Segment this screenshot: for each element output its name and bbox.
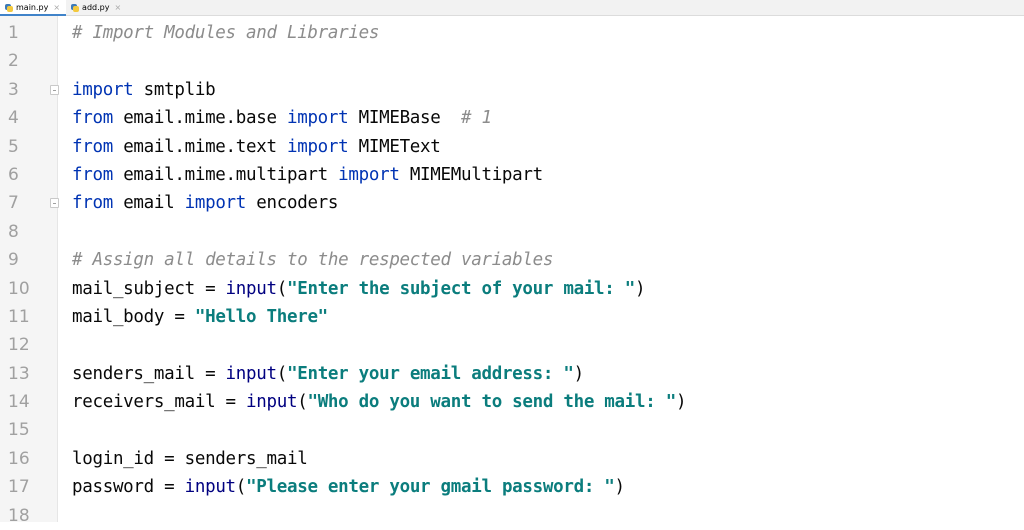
keyword-token: import bbox=[184, 193, 247, 214]
line-number: 11 bbox=[8, 306, 30, 327]
code-token: login_id = senders_mail bbox=[72, 448, 308, 469]
tab-label: add.py bbox=[82, 3, 110, 12]
line-number: 14 bbox=[8, 392, 30, 413]
keyword-token: from bbox=[72, 164, 113, 185]
string-token: "Enter your email address: " bbox=[286, 363, 574, 384]
keyword-token: import bbox=[286, 108, 349, 129]
code-area[interactable]: # Import Modules and Libraries import sm… bbox=[50, 16, 1024, 522]
line-number: 15 bbox=[8, 420, 30, 441]
code-token: ) bbox=[614, 477, 626, 498]
line-number: 6 bbox=[8, 164, 19, 185]
code-token: MIMEBase bbox=[348, 108, 461, 129]
code-line[interactable]: password = input("Please enter your gmai… bbox=[72, 473, 1024, 501]
string-token: "Enter the subject of your mail: " bbox=[286, 278, 636, 299]
code-line[interactable]: # Assign all details to the respected va… bbox=[72, 246, 1024, 274]
fold-marker-icon[interactable] bbox=[50, 198, 59, 209]
tab-add-py[interactable]: add.py × bbox=[66, 0, 127, 15]
builtin-token: input bbox=[225, 363, 277, 384]
line-number: 1 bbox=[8, 23, 19, 43]
keyword-token: from bbox=[72, 136, 113, 157]
code-line[interactable]: from email.mime.text import MIMEText bbox=[72, 133, 1024, 161]
keyword-token: import bbox=[338, 164, 400, 185]
code-line[interactable]: login_id = senders_mail bbox=[72, 445, 1024, 473]
code-line[interactable]: # Import Modules and Libraries bbox=[72, 19, 1024, 47]
close-icon[interactable]: × bbox=[53, 3, 60, 12]
code-token: ( bbox=[276, 278, 288, 299]
comment-token: # Assign all details to the respected va… bbox=[72, 250, 554, 271]
line-number: 16 bbox=[8, 448, 30, 469]
code-token: smtplib bbox=[133, 79, 216, 100]
builtin-token: input bbox=[225, 278, 277, 299]
code-token: mail_subject = bbox=[72, 278, 226, 299]
code-token: MIMEMultipart bbox=[399, 164, 543, 185]
code-token: email bbox=[112, 193, 185, 214]
close-icon[interactable]: × bbox=[114, 3, 121, 12]
line-number: 10 bbox=[8, 278, 30, 299]
line-number: 18 bbox=[8, 505, 30, 526]
comment-token: # 1 bbox=[461, 108, 492, 129]
line-number: 3 bbox=[8, 79, 19, 100]
code-token: encoders bbox=[246, 193, 339, 214]
code-token: senders_mail = bbox=[72, 363, 226, 384]
python-file-icon bbox=[5, 3, 13, 12]
line-number: 9 bbox=[8, 250, 19, 271]
code-line[interactable] bbox=[72, 416, 1024, 444]
line-number: 12 bbox=[8, 335, 30, 356]
builtin-token: input bbox=[184, 477, 236, 498]
code-line[interactable]: senders_mail = input("Enter your email a… bbox=[72, 360, 1024, 388]
string-token: "Hello There" bbox=[194, 306, 328, 327]
code-token: password = bbox=[72, 477, 185, 498]
code-line[interactable] bbox=[72, 218, 1024, 246]
code-line[interactable]: from email.mime.base import MIMEBase # 1 bbox=[72, 104, 1024, 132]
code-token: email.mime.text bbox=[112, 136, 287, 157]
code-token: ( bbox=[235, 477, 247, 498]
python-file-icon bbox=[71, 3, 80, 12]
line-number: 13 bbox=[8, 363, 30, 384]
code-token: ) bbox=[573, 363, 585, 384]
string-token: "Who do you want to send the mail: " bbox=[307, 392, 676, 413]
line-number: 8 bbox=[8, 221, 19, 242]
builtin-token: input bbox=[246, 392, 298, 413]
code-token: email.mime.base bbox=[112, 108, 287, 129]
code-token: ( bbox=[276, 363, 288, 384]
code-line[interactable]: receivers_mail = input("Who do you want … bbox=[72, 388, 1024, 416]
keyword-token: import bbox=[286, 136, 349, 157]
line-number: 4 bbox=[8, 108, 19, 129]
code-line[interactable] bbox=[72, 331, 1024, 359]
code-token: ) bbox=[635, 278, 646, 299]
tab-label: main.py bbox=[16, 3, 49, 12]
line-number: 2 bbox=[8, 51, 19, 72]
code-editor[interactable]: 1 2 3 4 5 6 7 8 9 10 11 12 13 14 15 16 17 18 # Import Mod… bbox=[0, 16, 1024, 526]
line-number: 7 bbox=[8, 193, 19, 214]
code-line[interactable] bbox=[72, 502, 1024, 530]
keyword-token: from bbox=[72, 193, 113, 214]
code-token: email.mime.multipart bbox=[112, 164, 339, 185]
code-token: mail_body = bbox=[72, 306, 195, 327]
keyword-token: from bbox=[72, 108, 113, 129]
code-token: ) bbox=[675, 392, 687, 413]
code-token: MIMEText bbox=[348, 136, 441, 157]
keyword-token: import bbox=[72, 79, 134, 100]
code-line[interactable] bbox=[72, 47, 1024, 75]
code-line[interactable]: import smtplib bbox=[72, 76, 1024, 104]
line-number: 17 bbox=[8, 477, 30, 498]
comment-token: # Import Modules and Libraries bbox=[72, 23, 380, 43]
code-line[interactable]: mail_subject = input("Enter the subject … bbox=[72, 275, 1024, 303]
line-number: 5 bbox=[8, 136, 19, 157]
tab-main-py[interactable]: main.py × bbox=[0, 0, 67, 16]
code-token: ( bbox=[297, 392, 308, 413]
editor-tab-bar: main.py × add.py × bbox=[0, 0, 1024, 16]
code-line[interactable]: from email.mime.multipart import MIMEMul… bbox=[72, 161, 1024, 189]
fold-marker-icon[interactable] bbox=[50, 84, 59, 95]
code-token: receivers_mail = bbox=[72, 392, 247, 413]
code-line[interactable]: mail_body = "Hello There" bbox=[72, 303, 1024, 331]
string-token: "Please enter your gmail password: " bbox=[246, 477, 615, 498]
code-line[interactable]: from email import encoders bbox=[72, 189, 1024, 217]
